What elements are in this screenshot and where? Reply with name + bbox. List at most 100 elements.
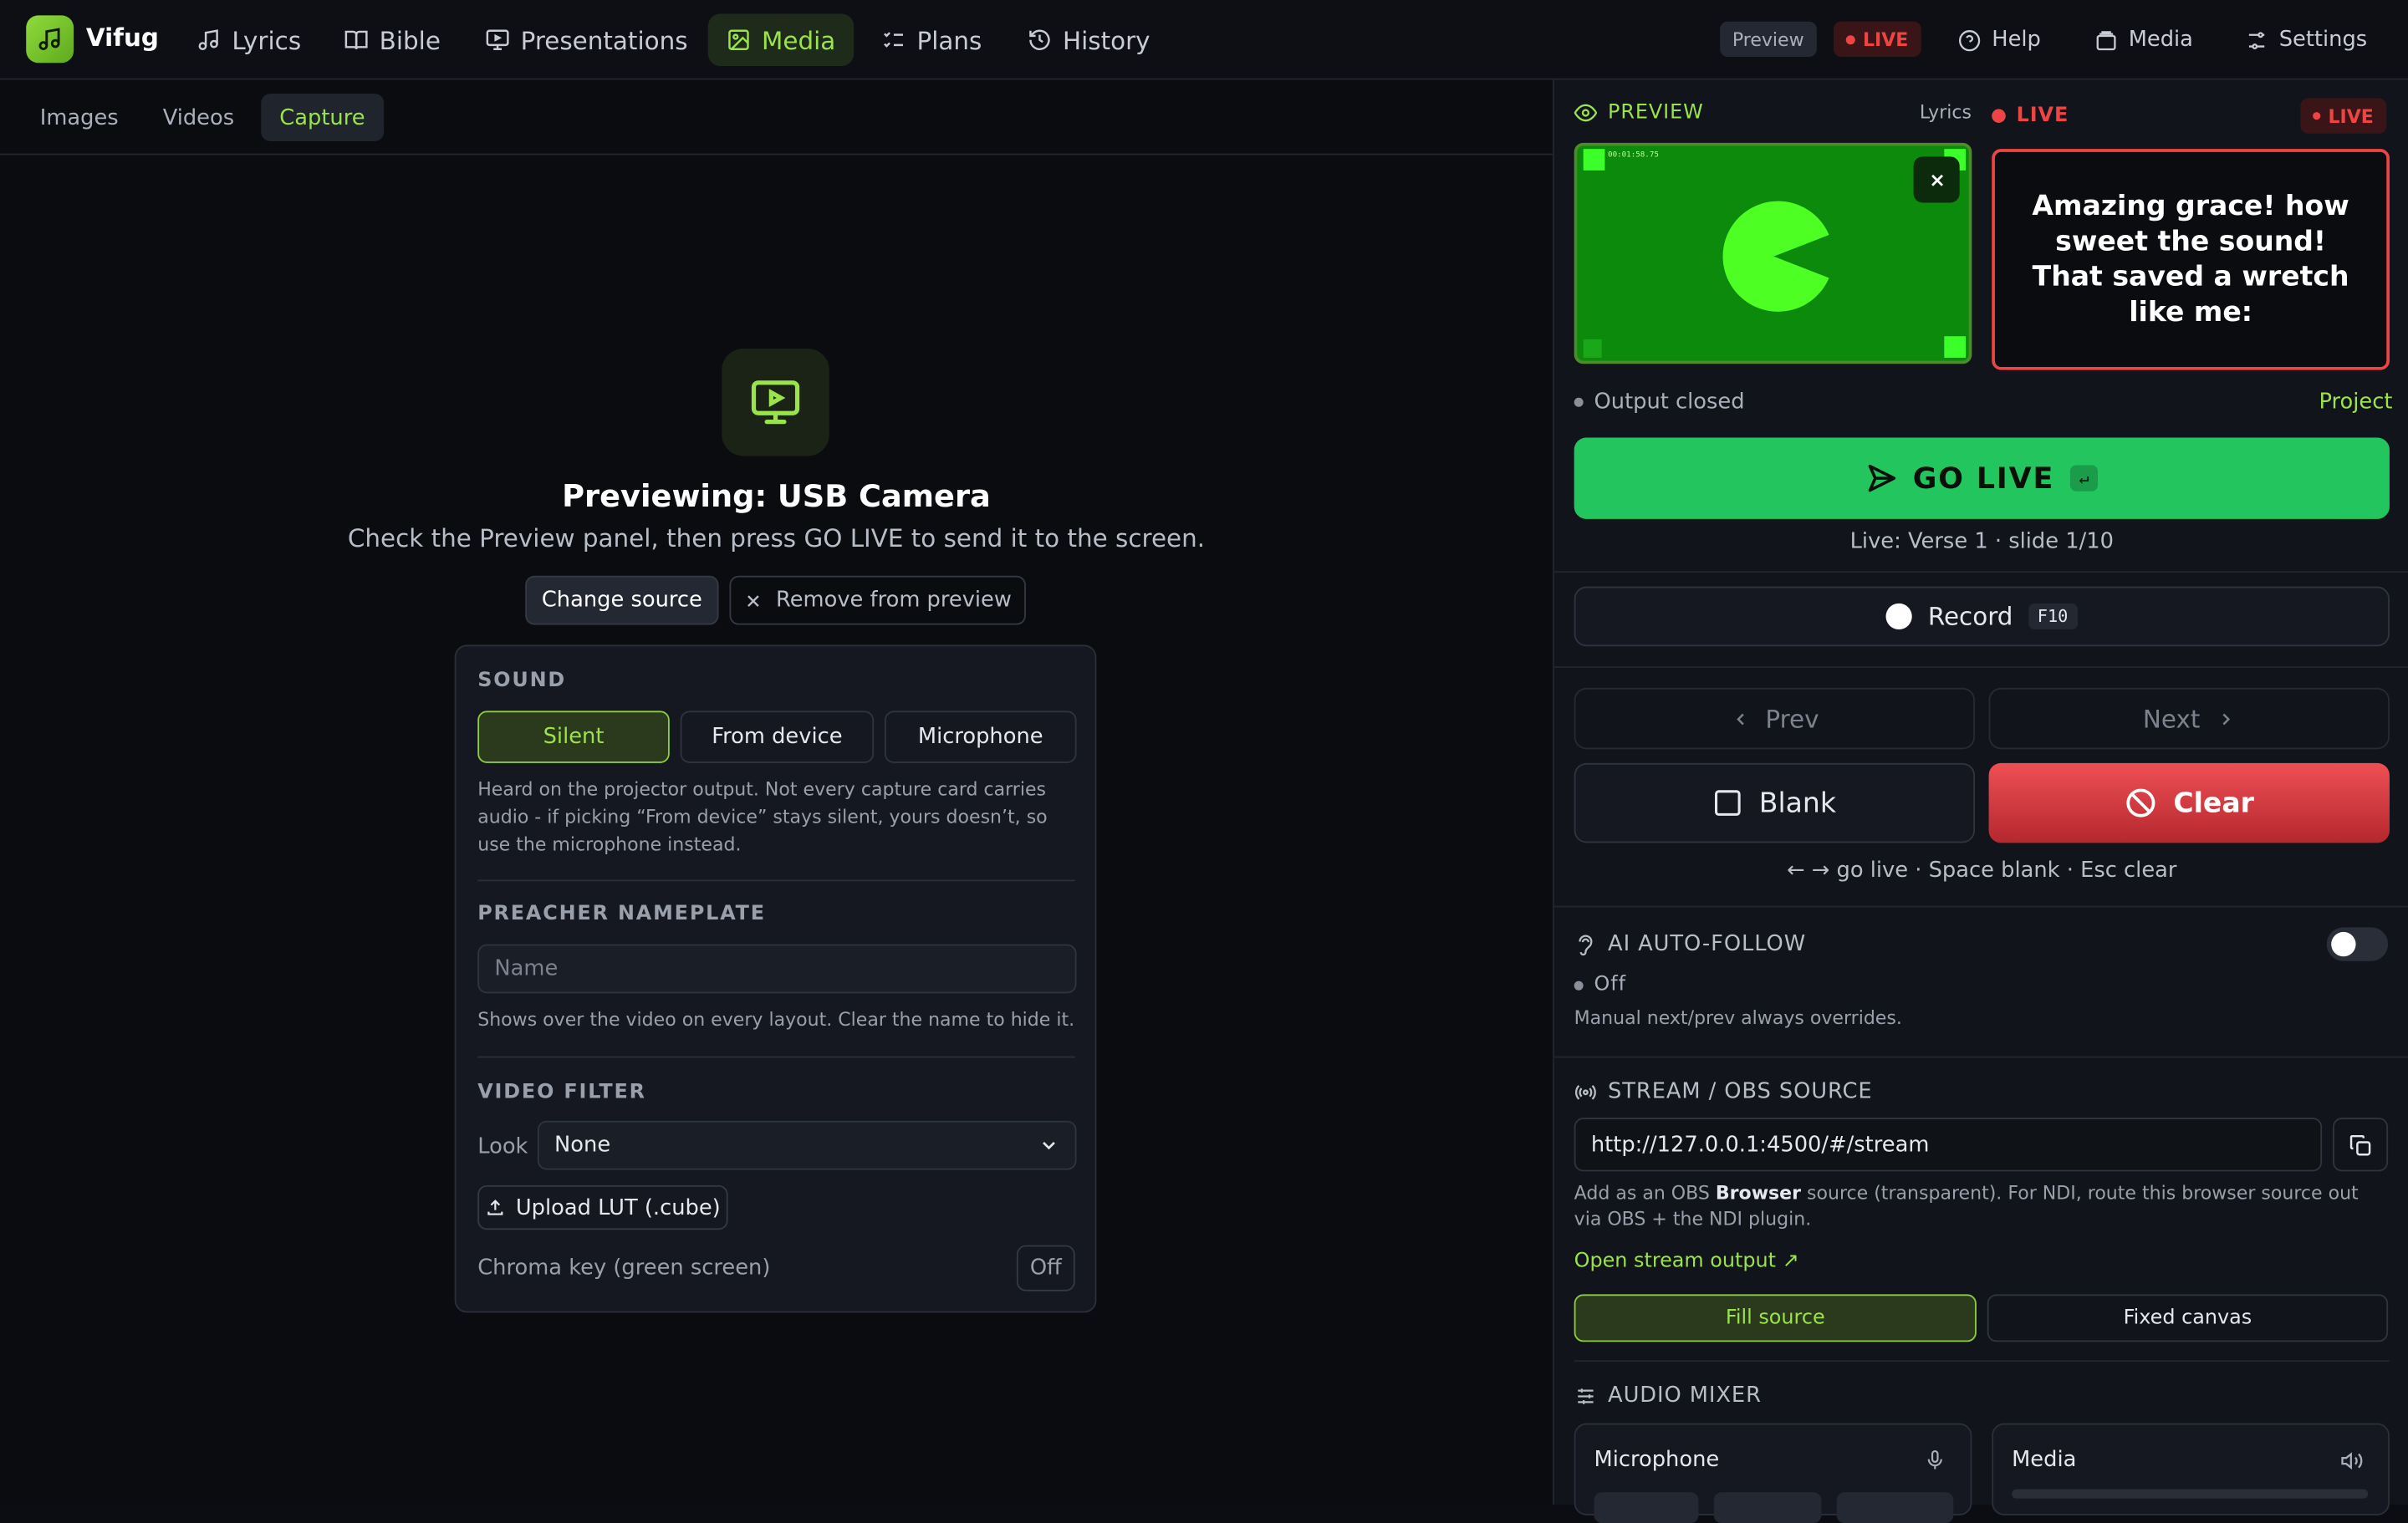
- settings-label: Settings: [2278, 28, 2368, 53]
- preview-monitor[interactable]: 00:01:58.75: [1574, 142, 1972, 364]
- clear-button[interactable]: Clear: [1988, 762, 2390, 843]
- sound-heading: SOUND: [477, 669, 567, 693]
- fill-source-button[interactable]: Fill source: [1574, 1294, 1977, 1342]
- mixer-channel-microphone: Microphone: [1574, 1423, 1972, 1523]
- tab-videos[interactable]: Videos: [145, 94, 253, 141]
- change-source-button[interactable]: Change source: [525, 575, 719, 625]
- nameplate-name-input[interactable]: Name: [477, 944, 1077, 994]
- stream-help: Add as an OBS Browser source (transparen…: [1574, 1180, 2388, 1232]
- output-status: Output closed: [1574, 390, 1745, 415]
- mixer-channel-media: Media: [1992, 1423, 2390, 1515]
- nav-bible[interactable]: Bible: [325, 14, 459, 66]
- corner-marker: [1583, 149, 1605, 171]
- preview-pill[interactable]: Preview: [1720, 21, 1817, 57]
- live-lyrics-text: Amazing grace! how sweet the sound! That…: [2032, 190, 2349, 329]
- divider: [1553, 666, 2408, 668]
- ai-status-label: Off: [1594, 973, 1626, 997]
- copy-url-button[interactable]: [2332, 1118, 2389, 1172]
- chroma-key-toggle[interactable]: Off: [1016, 1245, 1075, 1291]
- blank-button[interactable]: Blank: [1574, 762, 1976, 843]
- history-icon: [1029, 29, 1050, 50]
- capture-settings-card: SOUND Silent From device Microphone Hear…: [454, 644, 1097, 1313]
- presentation-icon: [486, 29, 509, 50]
- nav-media-label: Media: [762, 25, 836, 55]
- nav-bible-label: Bible: [379, 25, 441, 55]
- look-value: None: [554, 1133, 611, 1158]
- nav-lyrics-label: Lyrics: [232, 25, 302, 55]
- app-logo-icon[interactable]: [26, 15, 74, 64]
- fixed-canvas-button[interactable]: Fixed canvas: [1987, 1294, 2389, 1342]
- divider: [477, 1056, 1075, 1058]
- capture-title: Previewing: USB Camera: [562, 477, 991, 515]
- mic-control[interactable]: [1594, 1492, 1699, 1523]
- nav-plans[interactable]: Plans: [863, 14, 1000, 66]
- ai-auto-follow-heading: AI AUTO-FOLLOW: [1574, 932, 1806, 956]
- microphone-icon[interactable]: [1924, 1449, 1946, 1471]
- ban-icon: [2126, 788, 2155, 818]
- ai-status: Off: [1574, 973, 1626, 996]
- ai-auto-follow-toggle[interactable]: [2326, 927, 2389, 961]
- nameplate-heading: PREACHER NAMEPLATE: [477, 902, 766, 926]
- eye-icon: [1574, 104, 1598, 122]
- book-icon: [344, 30, 368, 50]
- sound-silent-button[interactable]: Silent: [477, 711, 670, 763]
- square-icon: [1715, 790, 1742, 816]
- project-link[interactable]: Project: [2319, 390, 2392, 415]
- stream-help-pre: Add as an OBS: [1574, 1182, 1716, 1204]
- upload-lut-button[interactable]: Upload LUT (.cube): [477, 1184, 728, 1230]
- help-label: Help: [1992, 28, 2041, 53]
- media-label: Media: [2128, 28, 2193, 53]
- sound-from-device-button[interactable]: From device: [680, 711, 875, 763]
- media-volume-slider[interactable]: [2012, 1489, 2369, 1499]
- look-select[interactable]: None: [537, 1120, 1077, 1170]
- live-pill-label: LIVE: [1862, 28, 1909, 50]
- ai-help: Manual next/prev always overrides.: [1574, 1006, 1902, 1029]
- close-preview-button[interactable]: [1913, 156, 1960, 203]
- next-button[interactable]: Next: [1988, 687, 2390, 750]
- nav-media[interactable]: Media: [707, 13, 855, 66]
- record-key: F10: [2028, 603, 2078, 630]
- help-button[interactable]: Help: [1958, 14, 2041, 66]
- record-dot-icon: [1886, 603, 1913, 630]
- divider: [1553, 571, 2408, 573]
- go-live-label: GO LIVE: [1912, 461, 2055, 496]
- audio-mixer-heading: AUDIO MIXER: [1574, 1383, 1762, 1408]
- stream-url-input[interactable]: http://127.0.0.1:4500/#/stream: [1574, 1118, 2323, 1172]
- open-stream-output-link[interactable]: Open stream output ↗: [1574, 1250, 1799, 1273]
- sliders-icon: [2248, 31, 2265, 49]
- mic-control[interactable]: [1713, 1492, 1822, 1523]
- nav-lyrics[interactable]: Lyrics: [178, 14, 319, 66]
- nav-history-label: History: [1063, 25, 1150, 55]
- next-label: Next: [2142, 704, 2201, 734]
- top-bar: Vifug Lyrics Bible Presentations Media P…: [0, 0, 2408, 80]
- live-pill[interactable]: LIVE: [1834, 21, 1921, 57]
- corner-marker: [1944, 336, 1967, 358]
- audio-mixer-label: AUDIO MIXER: [1608, 1383, 1762, 1408]
- nav-presentations[interactable]: Presentations: [467, 14, 706, 66]
- sound-microphone-button[interactable]: Microphone: [884, 711, 1077, 763]
- speaker-icon[interactable]: [2340, 1449, 2364, 1473]
- remove-from-preview-button[interactable]: Remove from preview: [729, 575, 1026, 625]
- divider: [1553, 905, 2408, 908]
- upload-lut-label: Upload LUT (.cube): [515, 1194, 721, 1220]
- settings-button[interactable]: Settings: [2245, 14, 2367, 66]
- music-note-icon: [198, 29, 218, 50]
- send-icon: [1867, 464, 1895, 492]
- upload-icon: [487, 1200, 503, 1215]
- look-label: Look: [477, 1134, 528, 1159]
- nameplate-help: Shows over the video on every layout. Cl…: [477, 1008, 1075, 1031]
- live-monitor[interactable]: Amazing grace! how sweet the sound! That…: [1992, 149, 2390, 370]
- output-status-label: Output closed: [1594, 390, 1745, 415]
- broadcast-icon: [1575, 1084, 1596, 1099]
- media-button[interactable]: Media: [2094, 14, 2193, 66]
- prev-button[interactable]: Prev: [1574, 687, 1976, 750]
- tab-images[interactable]: Images: [22, 94, 137, 141]
- mic-control[interactable]: [1836, 1492, 1954, 1523]
- go-live-button[interactable]: GO LIVE ↵: [1574, 437, 2390, 519]
- tab-capture[interactable]: Capture: [261, 94, 384, 141]
- record-button[interactable]: Record F10: [1574, 586, 2390, 647]
- help-circle-icon: [1958, 29, 1981, 51]
- capture-monitor-icon: [722, 348, 829, 456]
- ear-icon: [1579, 934, 1593, 955]
- nav-history[interactable]: History: [1009, 14, 1169, 66]
